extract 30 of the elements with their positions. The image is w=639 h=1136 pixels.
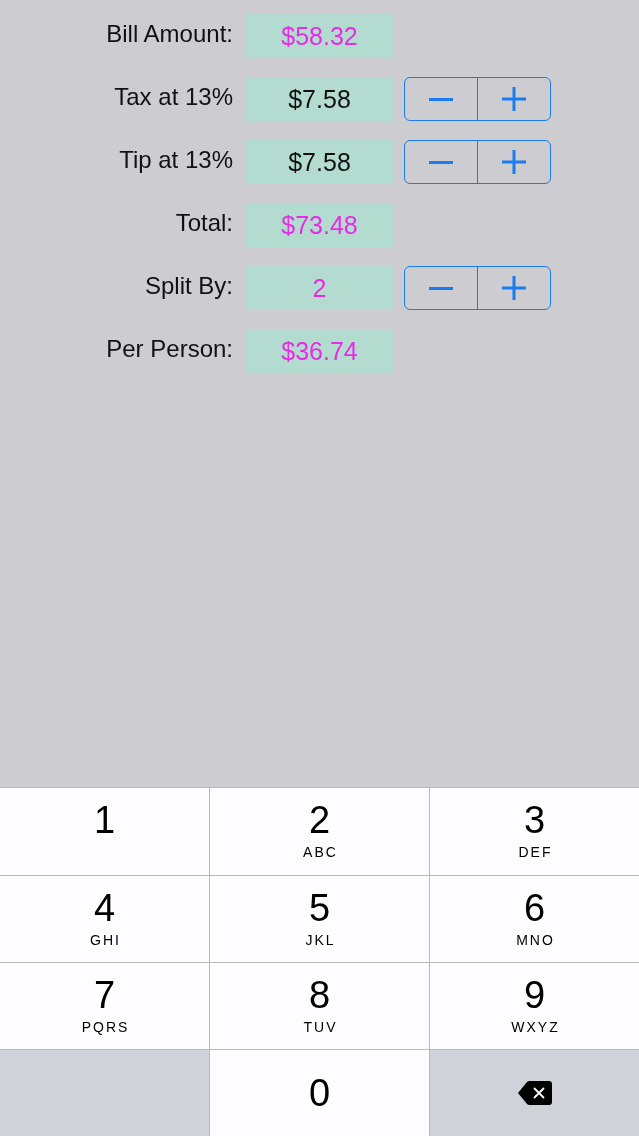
- keypad-key[interactable]: 7 PQRS: [0, 963, 209, 1049]
- value-display: $36.74: [246, 329, 393, 373]
- field-label: Bill Amount:: [106, 20, 233, 48]
- minus-icon: [429, 97, 453, 101]
- field-label: Per Person:: [106, 335, 233, 363]
- plus-icon: [502, 150, 526, 174]
- field-label: Tax at 13%: [114, 83, 233, 111]
- plus-icon: [502, 276, 526, 300]
- value-display: 2: [246, 266, 393, 310]
- keypad-key[interactable]: 2 ABC: [210, 788, 429, 875]
- keypad-key[interactable]: 5 JKL: [210, 876, 429, 962]
- keypad-key[interactable]: 4 GHI: [0, 876, 209, 962]
- value-display: $58.32: [246, 14, 393, 58]
- delete-key[interactable]: [430, 1050, 639, 1136]
- field-label: Split By:: [144, 272, 233, 300]
- keypad-key[interactable]: 3 DEF: [430, 788, 639, 875]
- value-display: $73.48: [246, 203, 393, 247]
- minus-icon: [429, 160, 453, 164]
- backspace-icon: [517, 1081, 552, 1105]
- minus-icon: [429, 286, 453, 290]
- keypad-key[interactable]: 1: [0, 788, 209, 875]
- keypad-key[interactable]: 9 WXYZ: [430, 963, 639, 1049]
- keypad-key[interactable]: 6 MNO: [430, 876, 639, 962]
- field-label: Total:: [175, 209, 233, 237]
- keypad-key[interactable]: 0: [210, 1050, 429, 1136]
- plus-icon: [502, 87, 526, 111]
- value-display: $7.58: [246, 140, 393, 184]
- value-display: $7.58: [246, 77, 393, 121]
- keypad-key[interactable]: 8 TUV: [210, 963, 429, 1049]
- field-label: Tip at 13%: [119, 146, 233, 174]
